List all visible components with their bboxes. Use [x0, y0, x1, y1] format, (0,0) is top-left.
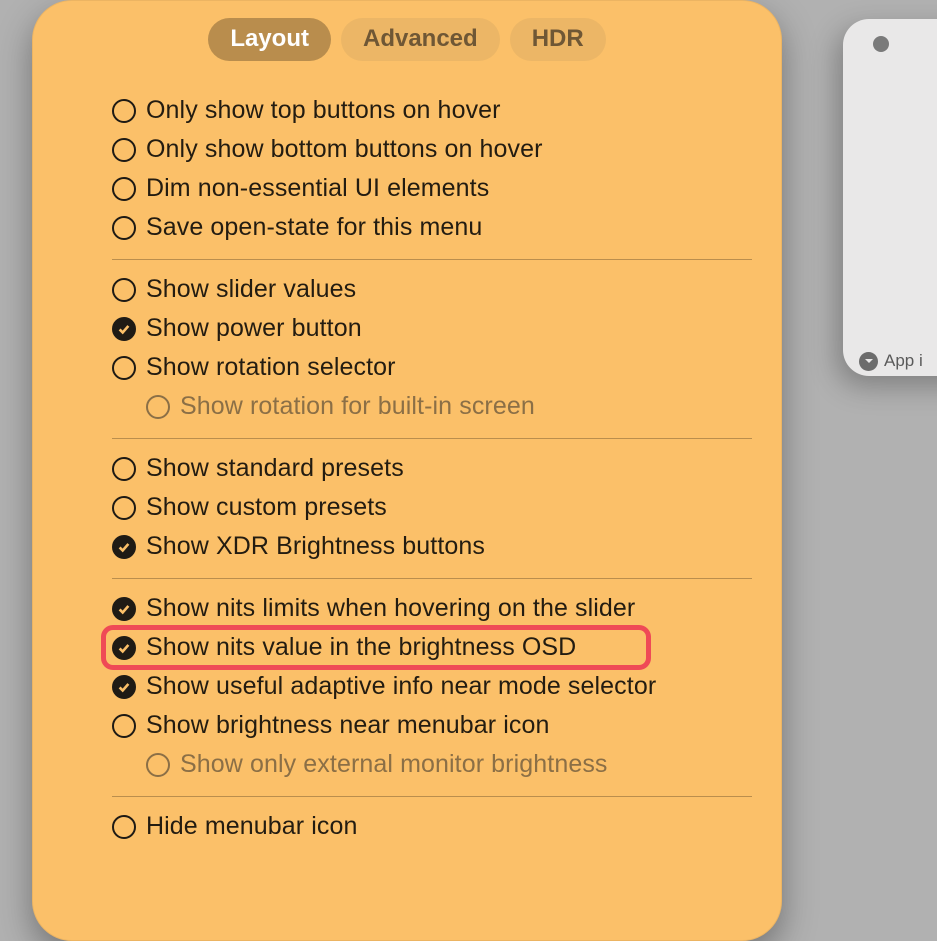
option-row-adaptive-info: Show useful adaptive info near mode sele…: [112, 667, 752, 706]
option-row-ext-only: Show only external monitor brightness: [112, 745, 752, 784]
option-label-rotation-sel[interactable]: Show rotation selector: [146, 353, 396, 382]
option-label-save-state[interactable]: Save open-state for this menu: [146, 213, 482, 242]
option-label-std-presets[interactable]: Show standard presets: [146, 454, 404, 483]
option-row-cust-presets: Show custom presets: [112, 488, 752, 527]
option-label-ext-only: Show only external monitor brightness: [180, 750, 608, 779]
option-label-brightness-menubar[interactable]: Show brightness near menubar icon: [146, 711, 550, 740]
option-toggle-xdr-buttons[interactable]: [112, 535, 136, 559]
option-label-adaptive-info[interactable]: Show useful adaptive info near mode sele…: [146, 672, 656, 701]
option-toggle-ext-only: [146, 753, 170, 777]
option-row-slider-values: Show slider values: [112, 270, 752, 309]
option-toggle-nits-osd[interactable]: [112, 636, 136, 660]
option-toggle-hover-top[interactable]: [112, 99, 136, 123]
secondary-window-footer: App i: [859, 351, 923, 371]
option-row-hide-menubar: Hide menubar icon: [112, 807, 752, 846]
caret-down-icon[interactable]: [859, 352, 878, 371]
option-label-dim-ui[interactable]: Dim non-essential UI elements: [146, 174, 489, 203]
secondary-window-titlebar: [843, 19, 937, 69]
option-label-hide-menubar[interactable]: Hide menubar icon: [146, 812, 358, 841]
group-divider: [112, 796, 752, 797]
option-label-rotation-builtin: Show rotation for built-in screen: [180, 392, 535, 421]
option-toggle-dim-ui[interactable]: [112, 177, 136, 201]
option-row-nits-osd: Show nits value in the brightness OSD: [112, 628, 752, 667]
option-row-dim-ui: Dim non-essential UI elements: [112, 169, 752, 208]
settings-tab-bar: Layout Advanced HDR: [32, 16, 782, 83]
secondary-window-footer-text: App i: [884, 351, 923, 371]
tab-hdr[interactable]: HDR: [510, 18, 606, 61]
option-toggle-power-button[interactable]: [112, 317, 136, 341]
option-toggle-save-state[interactable]: [112, 216, 136, 240]
group-divider: [112, 578, 752, 579]
option-toggle-std-presets[interactable]: [112, 457, 136, 481]
tab-advanced[interactable]: Advanced: [341, 18, 500, 61]
traffic-light-close-icon[interactable]: [873, 36, 889, 52]
option-label-hover-top[interactable]: Only show top buttons on hover: [146, 96, 501, 125]
settings-panel: Layout Advanced HDR Only show top button…: [32, 0, 782, 941]
option-row-rotation-sel: Show rotation selector: [112, 348, 752, 387]
option-label-nits-osd[interactable]: Show nits value in the brightness OSD: [146, 633, 576, 662]
option-row-hover-top: Only show top buttons on hover: [112, 91, 752, 130]
option-row-rotation-builtin: Show rotation for built-in screen: [112, 387, 752, 426]
option-row-save-state: Save open-state for this menu: [112, 208, 752, 247]
option-row-brightness-menubar: Show brightness near menubar icon: [112, 706, 752, 745]
option-row-power-button: Show power button: [112, 309, 752, 348]
option-label-xdr-buttons[interactable]: Show XDR Brightness buttons: [146, 532, 485, 561]
option-row-nits-hover: Show nits limits when hovering on the sl…: [112, 589, 752, 628]
group-divider: [112, 438, 752, 439]
tab-layout[interactable]: Layout: [208, 18, 331, 61]
option-toggle-slider-values[interactable]: [112, 278, 136, 302]
option-label-cust-presets[interactable]: Show custom presets: [146, 493, 387, 522]
option-toggle-brightness-menubar[interactable]: [112, 714, 136, 738]
option-label-power-button[interactable]: Show power button: [146, 314, 362, 343]
option-label-nits-hover[interactable]: Show nits limits when hovering on the sl…: [146, 594, 635, 623]
option-toggle-cust-presets[interactable]: [112, 496, 136, 520]
option-label-slider-values[interactable]: Show slider values: [146, 275, 356, 304]
option-toggle-nits-hover[interactable]: [112, 597, 136, 621]
option-toggle-rotation-sel[interactable]: [112, 356, 136, 380]
option-toggle-hover-bottom[interactable]: [112, 138, 136, 162]
option-toggle-adaptive-info[interactable]: [112, 675, 136, 699]
option-row-std-presets: Show standard presets: [112, 449, 752, 488]
option-toggle-hide-menubar[interactable]: [112, 815, 136, 839]
option-label-hover-bottom[interactable]: Only show bottom buttons on hover: [146, 135, 543, 164]
settings-options-list: Only show top buttons on hover Only show …: [32, 83, 782, 856]
group-divider: [112, 259, 752, 260]
option-row-hover-bottom: Only show bottom buttons on hover: [112, 130, 752, 169]
secondary-window: App i: [843, 19, 937, 376]
option-toggle-rotation-builtin: [146, 395, 170, 419]
option-row-xdr-buttons: Show XDR Brightness buttons: [112, 527, 752, 566]
